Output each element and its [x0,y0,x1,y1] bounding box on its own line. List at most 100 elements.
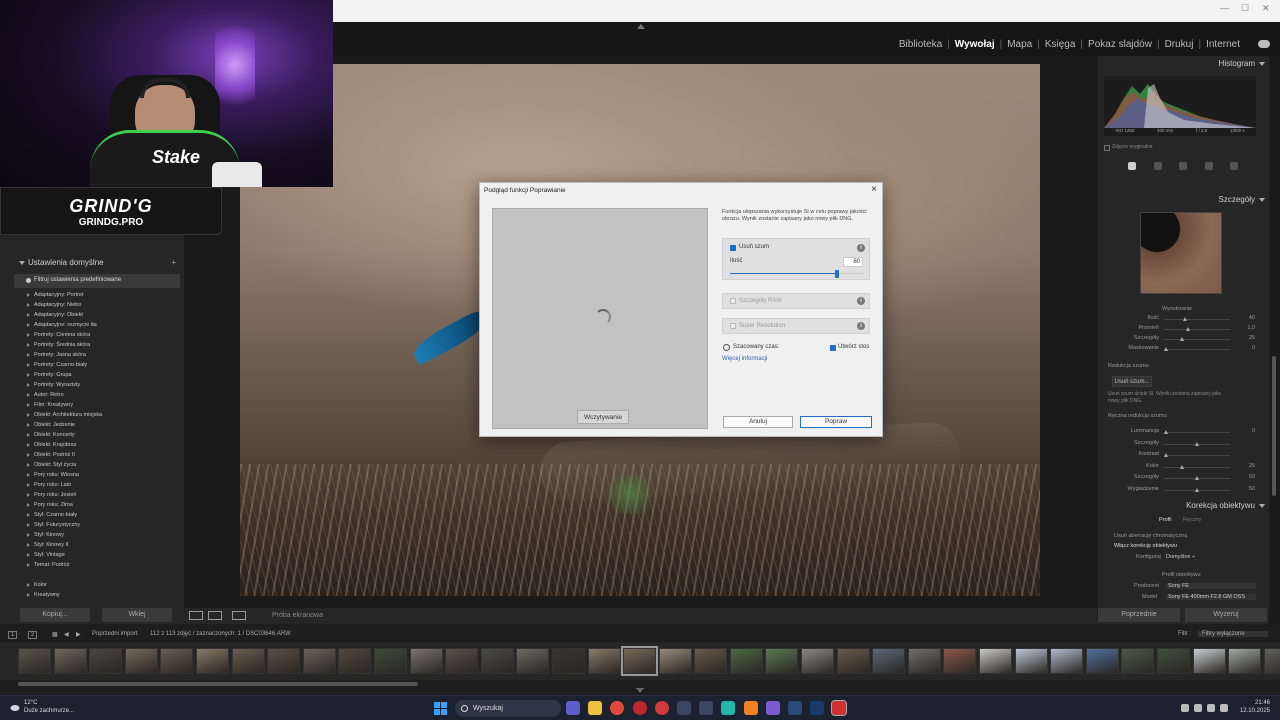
preset-item[interactable]: Portrety: Grupa [14,370,180,380]
filmstrip-thumbnail[interactable] [338,648,372,674]
preset-item[interactable]: Styl: Kinowy II [14,540,180,550]
filmstrip-thumbnail[interactable] [373,648,407,674]
scrollbar-thumb[interactable] [1272,356,1276,496]
preset-item[interactable]: Obiekt: Krajobraz [14,440,180,450]
filmstrip-thumbnail[interactable] [516,648,550,674]
preset-item[interactable]: Portrety: Jasna skóra [14,350,180,360]
minimize-icon[interactable]: — [1220,3,1229,13]
manual-noise-reduction-label[interactable]: Ręczna redukcja szumu [1108,413,1167,419]
filmstrip-thumbnail[interactable] [979,648,1013,674]
info-icon[interactable]: i [857,297,865,305]
preset-item[interactable]: Adaptacyjny: Obiekt [14,310,180,320]
filmstrip-toggle-icon[interactable] [636,688,644,693]
denoise-checkbox[interactable] [730,245,736,251]
setup-select[interactable]: Domyślne ÷ [1166,554,1195,560]
red-eye-icon[interactable] [1204,162,1213,170]
info-icon[interactable]: i [857,322,865,330]
slider-knob[interactable] [1179,337,1184,341]
slider-value[interactable]: 0 [1252,428,1255,434]
filmstrip-thumbnail[interactable] [621,646,659,676]
preset-item[interactable]: Adaptacyjny: Portret [14,290,180,300]
filmstrip-thumbnail[interactable] [907,648,941,674]
cloud-icon[interactable] [1258,40,1270,48]
info-icon[interactable]: i [857,244,865,252]
preset-item[interactable]: Adaptacyjny: Niebo [14,300,180,310]
filmstrip-thumbnail[interactable] [124,648,158,674]
slider-track[interactable] [1164,464,1230,469]
slider-value[interactable]: 25 [1249,463,1255,469]
close-window-icon[interactable]: ✕ [1262,3,1270,14]
remove-ca-checkbox[interactable]: Usuń aberrację chromatyczną [1114,533,1187,539]
filmstrip-thumbnail[interactable] [18,648,51,674]
preset-group[interactable]: Kreatywny [14,590,180,600]
slider-knob[interactable] [1164,347,1168,351]
vpn-icon[interactable] [721,701,736,715]
filmstrip-thumbnail[interactable] [658,648,692,674]
slider-knob[interactable] [1195,487,1199,492]
grid-icon[interactable]: ▦ [52,631,58,638]
more-info-link[interactable]: Więcej informacji [722,356,767,362]
preset-item[interactable]: Portrety: Średnia skóra [14,340,180,350]
denoise-button[interactable]: Usuń szum... [1112,376,1152,387]
filmstrip-thumbnail[interactable] [267,648,301,674]
slider-knob[interactable] [1179,464,1184,469]
filmstrip-thumbnail[interactable] [1228,648,1262,674]
filmstrip-thumbnail[interactable] [801,648,835,674]
app-icon-orange[interactable] [743,701,758,715]
slider-value[interactable]: 50 [1249,474,1255,480]
slider-track[interactable] [1164,327,1230,331]
preset-item[interactable]: Styl: Vintage [14,550,180,560]
main-window-toggle[interactable]: 1 [8,631,18,639]
back-arrow-icon[interactable]: ◀ [64,631,69,638]
filmstrip-thumbnail[interactable] [195,648,229,674]
preset-item[interactable]: Pory roku: Lato [14,480,180,490]
filmstrip-thumbnail[interactable] [231,648,265,674]
active-app-icon[interactable] [831,700,848,716]
details-header[interactable]: Szczegóły [1098,193,1269,207]
filmstrip-thumbnail[interactable] [1157,648,1190,674]
preset-item[interactable]: Portrety: Czarno-biały [14,360,180,370]
filmstrip-thumbnail[interactable] [694,648,728,674]
filmstrip-thumbnail[interactable] [872,648,906,674]
slider-track[interactable] [1164,476,1230,480]
filmstrip-thumbnail[interactable] [89,648,123,674]
filmstrip-thumbnail[interactable] [1263,648,1280,674]
module-internet[interactable]: Internet [1202,39,1244,50]
super-resolution-checkbox[interactable] [730,323,736,329]
slider-row[interactable]: Szczegóły 50 [1098,474,1269,483]
network-icon[interactable] [1207,704,1215,712]
filmstrip-thumbnail[interactable] [587,648,621,674]
amount-slider-thumb[interactable] [835,270,840,278]
filmstrip-thumbnail[interactable] [1192,648,1226,674]
clock[interactable]: 21:46 12.10.2025 [1240,699,1270,715]
filmstrip-thumbnail[interactable] [943,648,977,674]
chevron-up-icon[interactable] [1181,704,1189,712]
teams-icon[interactable] [566,701,580,715]
slider-track[interactable] [1164,430,1230,434]
slider-value[interactable]: 40 [1249,315,1255,321]
module-drukuj[interactable]: Drukuj [1161,39,1198,50]
filmstrip-thumbnail[interactable] [1050,648,1084,674]
lightroom-classic-icon[interactable] [810,701,825,715]
slider-value[interactable]: 25 [1249,335,1255,341]
slider-knob[interactable] [1195,476,1199,480]
copy-button[interactable]: Kopiuj... [20,608,90,622]
filmstrip-thumbnail[interactable] [1121,648,1155,674]
slider-track[interactable] [1164,487,1230,492]
reset-button[interactable]: Wyzeruj [1185,608,1267,622]
slider-knob[interactable] [1195,441,1199,446]
cancel-button[interactable]: Anuluj [723,416,793,428]
preset-item[interactable]: Obiekt: Jedzenie [14,420,180,430]
filter-select[interactable]: Filtry wyłączone [1198,631,1268,637]
create-stack-checkbox[interactable] [830,345,836,351]
slider-knob[interactable] [1185,327,1190,331]
presets-group-header[interactable]: Ustawienia domyślne + [14,258,180,272]
preset-item[interactable]: Temat: Podróż [14,560,180,570]
filmstrip-thumbnail[interactable] [1085,648,1119,674]
slider-value[interactable]: 1,0 [1247,325,1255,331]
histogram-header[interactable]: Histogram [1098,57,1269,71]
original-photo-checkbox[interactable]: Zdjęcie oryginalne [1104,144,1153,151]
add-preset-icon[interactable]: + [171,258,176,267]
preset-item[interactable]: Film: Kreatywny [14,400,180,410]
app-icon-red[interactable] [654,701,669,715]
